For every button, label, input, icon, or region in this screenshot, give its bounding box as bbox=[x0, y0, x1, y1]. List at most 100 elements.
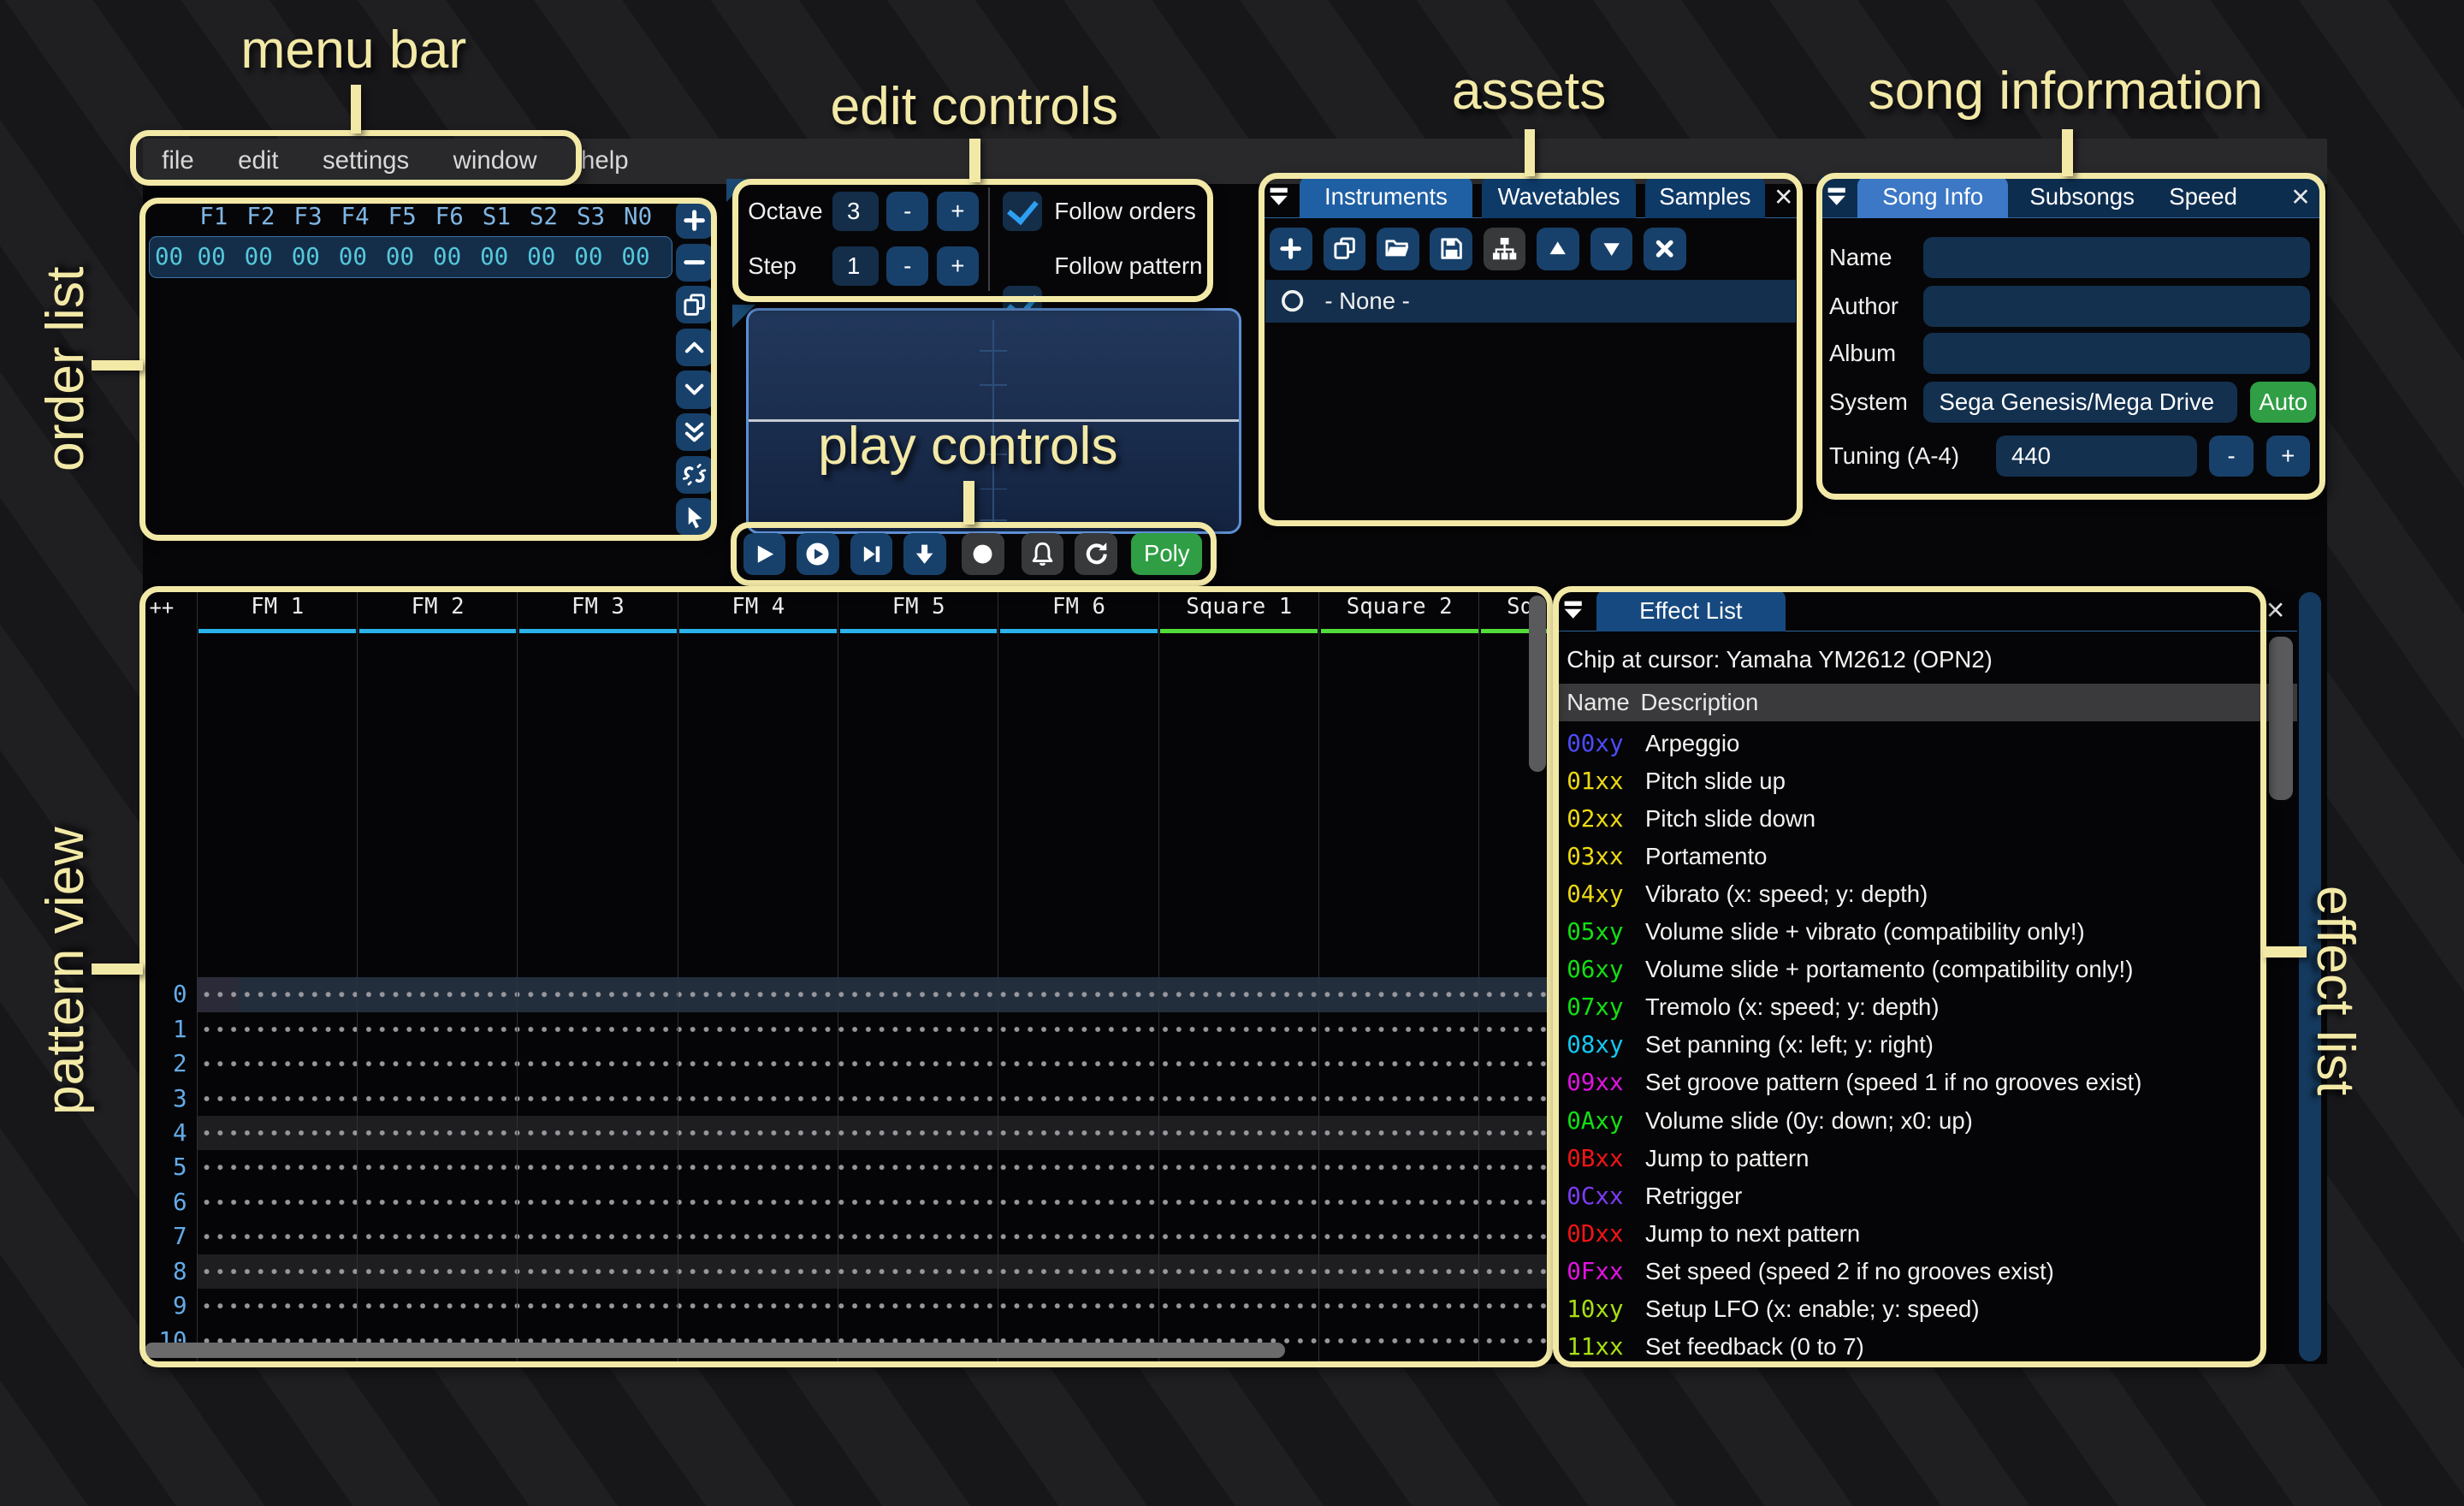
channel-color-bar bbox=[1000, 628, 1158, 634]
asset-up-button[interactable] bbox=[1537, 228, 1579, 270]
order-row-selected[interactable]: 00 00 00 00 00 00 00 00 00 00 00 bbox=[149, 235, 673, 279]
order-col-header: S2 bbox=[529, 202, 559, 230]
tab-subsongs[interactable]: Subsongs bbox=[2021, 176, 2143, 219]
instrument-list-item[interactable]: - None - bbox=[1265, 279, 1797, 323]
menu-help[interactable]: help bbox=[581, 146, 629, 175]
pattern-row[interactable] bbox=[196, 1046, 1549, 1082]
triangle-down-icon bbox=[1599, 236, 1624, 261]
step-plus-button[interactable]: + bbox=[936, 246, 980, 287]
order-cell[interactable]: 00 bbox=[424, 243, 471, 270]
order-cell[interactable]: 00 bbox=[565, 243, 612, 270]
tab-wavetables[interactable]: Wavetables bbox=[1482, 175, 1637, 219]
auto-system-button[interactable]: Auto bbox=[2250, 382, 2317, 424]
pattern-row[interactable] bbox=[196, 1289, 1549, 1324]
pattern-corner[interactable]: ++ bbox=[149, 596, 174, 620]
play-pattern-button[interactable] bbox=[797, 532, 839, 576]
menu-edit[interactable]: edit bbox=[238, 146, 278, 175]
remove-order-button[interactable] bbox=[675, 243, 714, 282]
tuning-minus-button[interactable]: - bbox=[2209, 435, 2254, 477]
pattern-view-window[interactable]: ++ 0 1 2 3 4 5 6 7 8 9 10 FM 1 FM 2 FM 3… bbox=[143, 589, 1549, 1365]
pattern-scroll-track[interactable] bbox=[2299, 592, 2321, 1361]
play-from-cursor-button[interactable] bbox=[850, 532, 893, 576]
menu-file[interactable]: file bbox=[162, 146, 194, 175]
delete-asset-button[interactable] bbox=[1644, 228, 1686, 270]
order-cell[interactable]: 00 bbox=[282, 243, 329, 270]
description-column-header[interactable]: Description bbox=[1641, 684, 1759, 721]
menu-window[interactable]: window bbox=[453, 146, 537, 175]
collapse-icon[interactable] bbox=[1266, 184, 1291, 209]
order-cell[interactable]: 00 bbox=[188, 243, 235, 270]
tab-effect-list[interactable]: Effect List bbox=[1596, 589, 1786, 632]
deep-clone-order-button[interactable] bbox=[675, 455, 714, 494]
plus-icon bbox=[1277, 235, 1304, 262]
play-button[interactable] bbox=[743, 532, 786, 576]
effect-list-scrollbar[interactable] bbox=[2269, 636, 2293, 800]
poly-button[interactable]: Poly bbox=[1131, 532, 1203, 576]
system-field[interactable]: Sega Genesis/Mega Drive bbox=[1923, 382, 2238, 424]
octave-value[interactable]: 3 bbox=[832, 192, 879, 231]
pattern-horizontal-scrollbar[interactable] bbox=[144, 1342, 1286, 1358]
pattern-vertical-scrollbar[interactable] bbox=[1529, 596, 1547, 772]
order-cell[interactable]: 00 bbox=[376, 243, 424, 270]
add-asset-button[interactable] bbox=[1270, 228, 1312, 270]
effect-description: Tremolo (x: speed; y: depth) bbox=[1645, 993, 1940, 1021]
order-cell[interactable]: 00 bbox=[471, 243, 518, 270]
effect-code: 0Bxx bbox=[1567, 1144, 1624, 1172]
tuning-plus-button[interactable]: + bbox=[2266, 435, 2310, 477]
pattern-row[interactable] bbox=[196, 1011, 1549, 1047]
pattern-row[interactable] bbox=[196, 1116, 1549, 1151]
step-value[interactable]: 1 bbox=[832, 246, 879, 287]
order-down-button[interactable] bbox=[675, 371, 714, 409]
order-cell[interactable]: 00 bbox=[612, 243, 659, 270]
step-row-button[interactable] bbox=[903, 532, 946, 576]
tab-instruments[interactable]: Instruments bbox=[1299, 175, 1472, 219]
order-edit-mode-button[interactable] bbox=[675, 498, 714, 537]
effect-description: Volume slide (0y: down; x0: up) bbox=[1645, 1106, 1973, 1134]
effect-code: 05xy bbox=[1567, 918, 1624, 946]
order-to-bottom-button[interactable] bbox=[675, 413, 714, 452]
order-cell[interactable]: 00 bbox=[235, 243, 282, 270]
add-order-button[interactable] bbox=[675, 201, 714, 240]
tuning-field[interactable]: 440 bbox=[1995, 435, 2197, 477]
tab-song-info[interactable]: Song Info bbox=[1857, 175, 2009, 219]
close-icon[interactable]: × bbox=[1768, 178, 1799, 216]
order-col-header: F4 bbox=[341, 202, 370, 230]
name-field[interactable] bbox=[1923, 237, 2310, 279]
effect-list-header[interactable]: Name Description bbox=[1555, 683, 2298, 722]
duplicate-asset-button[interactable] bbox=[1323, 228, 1366, 270]
octave-minus-button[interactable]: - bbox=[886, 192, 929, 231]
close-icon[interactable]: × bbox=[2260, 591, 2291, 629]
order-cell[interactable]: 00 bbox=[329, 243, 376, 270]
order-cell[interactable]: 00 bbox=[518, 243, 565, 270]
follow-orders-checkbox[interactable] bbox=[1002, 192, 1042, 231]
repeat-button[interactable] bbox=[1075, 532, 1117, 576]
open-asset-button[interactable] bbox=[1376, 228, 1419, 270]
step-minus-button[interactable]: - bbox=[886, 246, 929, 287]
effect-code: 0Dxx bbox=[1567, 1219, 1624, 1248]
record-button[interactable] bbox=[962, 532, 1004, 576]
album-field[interactable] bbox=[1923, 333, 2310, 375]
pattern-row[interactable] bbox=[196, 1150, 1549, 1185]
pattern-row[interactable] bbox=[196, 1081, 1549, 1117]
order-up-button[interactable] bbox=[675, 328, 714, 366]
pattern-row[interactable] bbox=[196, 1184, 1549, 1220]
close-icon[interactable]: × bbox=[2285, 178, 2317, 216]
pattern-row[interactable] bbox=[196, 1254, 1549, 1290]
metronome-button[interactable] bbox=[1021, 532, 1064, 576]
author-field[interactable] bbox=[1923, 286, 2310, 328]
octave-plus-button[interactable]: + bbox=[936, 192, 980, 231]
asset-down-button[interactable] bbox=[1590, 228, 1633, 270]
follow-orders-label: Follow orders bbox=[1054, 198, 1196, 225]
tab-samples[interactable]: Samples bbox=[1645, 175, 1765, 219]
octave-label: Octave bbox=[748, 198, 823, 225]
save-asset-button[interactable] bbox=[1430, 228, 1472, 270]
pattern-row[interactable] bbox=[196, 1219, 1549, 1254]
menu-settings[interactable]: settings bbox=[323, 146, 409, 175]
pattern-row[interactable] bbox=[196, 977, 1549, 1012]
collapse-icon[interactable] bbox=[1824, 184, 1849, 209]
tab-speed[interactable]: Speed bbox=[2159, 176, 2248, 219]
name-column-header[interactable]: Name bbox=[1567, 684, 1629, 721]
collapse-icon[interactable] bbox=[1561, 597, 1585, 622]
asset-tree-view-button[interactable] bbox=[1483, 228, 1526, 270]
duplicate-order-button[interactable] bbox=[675, 286, 714, 324]
